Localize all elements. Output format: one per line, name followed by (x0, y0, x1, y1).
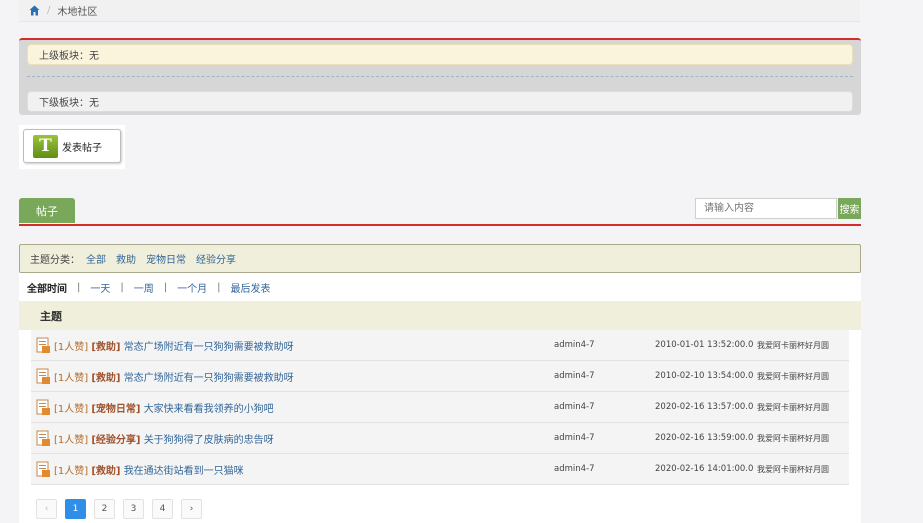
table-row: [1人赞] [救助] 常态广场附近有一只狗狗需要被救助呀 admin4-7 20… (31, 330, 849, 361)
category-rescue[interactable]: 救助 (116, 251, 136, 266)
topic-title-link[interactable]: [1人赞] [救助] 我在通达街站看到一只猫咪 (54, 462, 244, 477)
topic-last-reply: 我爱阿卡丽杯好月圆 (757, 340, 829, 350)
search-input[interactable] (695, 198, 837, 219)
page-button-2[interactable]: 2 (94, 499, 115, 519)
time-filter-separator: | (77, 281, 81, 293)
topic-like-count: [1人赞] (54, 341, 89, 353)
topic-category: [救助] (91, 465, 121, 477)
topic-author[interactable]: admin4-7 (554, 433, 595, 443)
topic-time: 2020-02-16 14:01:00.0 (655, 464, 754, 474)
topic-title: 常态广场附近有一只狗狗需要被救助呀 (123, 372, 294, 384)
category-filter-bar: 主题分类： 全部 救助 宠物日常 经验分享 (19, 244, 861, 273)
time-filter-last-post[interactable]: 最后发表 (231, 280, 271, 295)
topic-list: 主题 [1人赞] [救助] 常态广场附近有一只狗狗需要被救助呀 admin4-7… (19, 301, 861, 523)
category-label: 主题分类： (30, 255, 80, 266)
topic-time: 2010-01-01 13:52:00.0 (655, 340, 754, 350)
tab-underline (19, 224, 861, 226)
topic-list-header: 主题 (19, 301, 861, 330)
topic-title: 关于狗狗得了皮肤病的忠告呀 (143, 434, 274, 446)
topic-title-link[interactable]: [1人赞] [宠物日常] 大家快来看看我领养的小狗吧 (54, 400, 274, 415)
time-filter-all[interactable]: 全部时间 (27, 280, 67, 295)
breadcrumb-current: 木地社区 (57, 7, 98, 18)
topic-author[interactable]: admin4-7 (554, 464, 595, 474)
table-row: [1人赞] [经验分享] 关于狗狗得了皮肤病的忠告呀 admin4-7 2020… (31, 423, 849, 454)
table-row: [1人赞] [救助] 我在通达街站看到一只猫咪 admin4-7 2020-02… (31, 454, 849, 485)
topic-document-icon (36, 399, 51, 416)
category-all[interactable]: 全部 (86, 251, 106, 266)
breadcrumb: / 木地社区 (19, 0, 860, 22)
new-post-button[interactable]: T 发表帖子 (23, 129, 121, 163)
category-experience[interactable]: 经验分享 (196, 251, 236, 266)
time-filter-separator: | (217, 281, 221, 293)
post-t-icon: T (33, 134, 58, 158)
tab-posts[interactable]: 帖子 (19, 198, 75, 223)
child-board-value: 无 (89, 98, 99, 109)
topic-last-reply: 我爱阿卡丽杯好月圆 (757, 464, 829, 474)
topic-like-count: [1人赞] (54, 372, 89, 384)
topic-like-count: [1人赞] (54, 465, 89, 477)
topic-last-reply: 我爱阿卡丽杯好月圆 (757, 402, 829, 412)
time-filter-week[interactable]: 一周 (134, 280, 154, 295)
topic-like-count: [1人赞] (54, 434, 89, 446)
parent-board-row: 上级板块： 无 (27, 44, 853, 65)
topic-category: [救助] (91, 372, 121, 384)
topic-time: 2010-02-10 13:54:00.0 (655, 371, 754, 381)
topic-title-link[interactable]: [1人赞] [经验分享] 关于狗狗得了皮肤病的忠告呀 (54, 431, 274, 446)
topic-title: 大家快来看看我领养的小狗吧 (143, 403, 274, 415)
home-icon[interactable] (29, 5, 40, 16)
topic-last-reply: 我爱阿卡丽杯好月圆 (757, 433, 829, 443)
topic-last-reply: 我爱阿卡丽杯好月圆 (757, 371, 829, 381)
table-row: [1人赞] [救助] 常态广场附近有一只狗狗需要被救助呀 admin4-7 20… (31, 361, 849, 392)
next-page-button[interactable]: › (181, 499, 202, 519)
topic-document-icon (36, 337, 51, 354)
topic-author[interactable]: admin4-7 (554, 371, 595, 381)
table-row: [1人赞] [宠物日常] 大家快来看看我领养的小狗吧 admin4-7 2020… (31, 392, 849, 423)
topic-title-link[interactable]: [1人赞] [救助] 常态广场附近有一只狗狗需要被救助呀 (54, 369, 294, 384)
topic-author[interactable]: admin4-7 (554, 340, 595, 350)
time-filter-day[interactable]: 一天 (90, 280, 110, 295)
topic-category: [经验分享] (91, 434, 141, 446)
topic-document-icon (36, 368, 51, 385)
parent-board-value: 无 (89, 51, 99, 62)
search-button[interactable]: 搜索 (838, 198, 861, 219)
child-board-row: 下级板块： 无 (27, 91, 853, 112)
topic-title: 常态广场附近有一只狗狗需要被救助呀 (123, 341, 294, 353)
topic-category: [救助] (91, 341, 121, 353)
topic-document-icon (36, 461, 51, 478)
new-post-label: 发表帖子 (62, 142, 102, 154)
child-board-label: 下级板块： (39, 98, 89, 109)
breadcrumb-separator: / (47, 5, 51, 16)
parent-board-label: 上级板块： (39, 51, 89, 62)
time-filter-separator: | (163, 281, 168, 293)
topic-like-count: [1人赞] (54, 403, 89, 415)
post-button-wrapper: T 发表帖子 (19, 125, 125, 169)
page-button-3[interactable]: 3 (123, 499, 144, 519)
page-button-4[interactable]: 4 (152, 499, 173, 519)
topic-title: 我在通达街站看到一只猫咪 (123, 465, 244, 477)
topic-document-icon (36, 430, 51, 447)
category-pet-daily[interactable]: 宠物日常 (146, 251, 186, 266)
topic-time: 2020-02-16 13:59:00.0 (655, 433, 754, 443)
time-filter-separator: | (120, 281, 124, 293)
board-divider (27, 76, 853, 77)
time-filter-bar: 全部时间 | 一天 | 一周 | 一个月 | 最后发表 (19, 273, 861, 301)
board-info-panel: 上级板块： 无 下级板块： 无 (19, 38, 861, 115)
topic-title-link[interactable]: [1人赞] [救助] 常态广场附近有一只狗狗需要被救助呀 (54, 338, 294, 353)
topic-category: [宠物日常] (91, 403, 141, 415)
page-button-1[interactable]: 1 (65, 499, 86, 519)
prev-page-button[interactable]: ‹ (36, 499, 57, 519)
time-filter-month[interactable]: 一个月 (177, 280, 207, 295)
pagination: ‹ 1 2 3 4 › (36, 499, 210, 519)
topic-time: 2020-02-16 13:57:00.0 (655, 402, 754, 412)
topic-author[interactable]: admin4-7 (554, 402, 595, 412)
